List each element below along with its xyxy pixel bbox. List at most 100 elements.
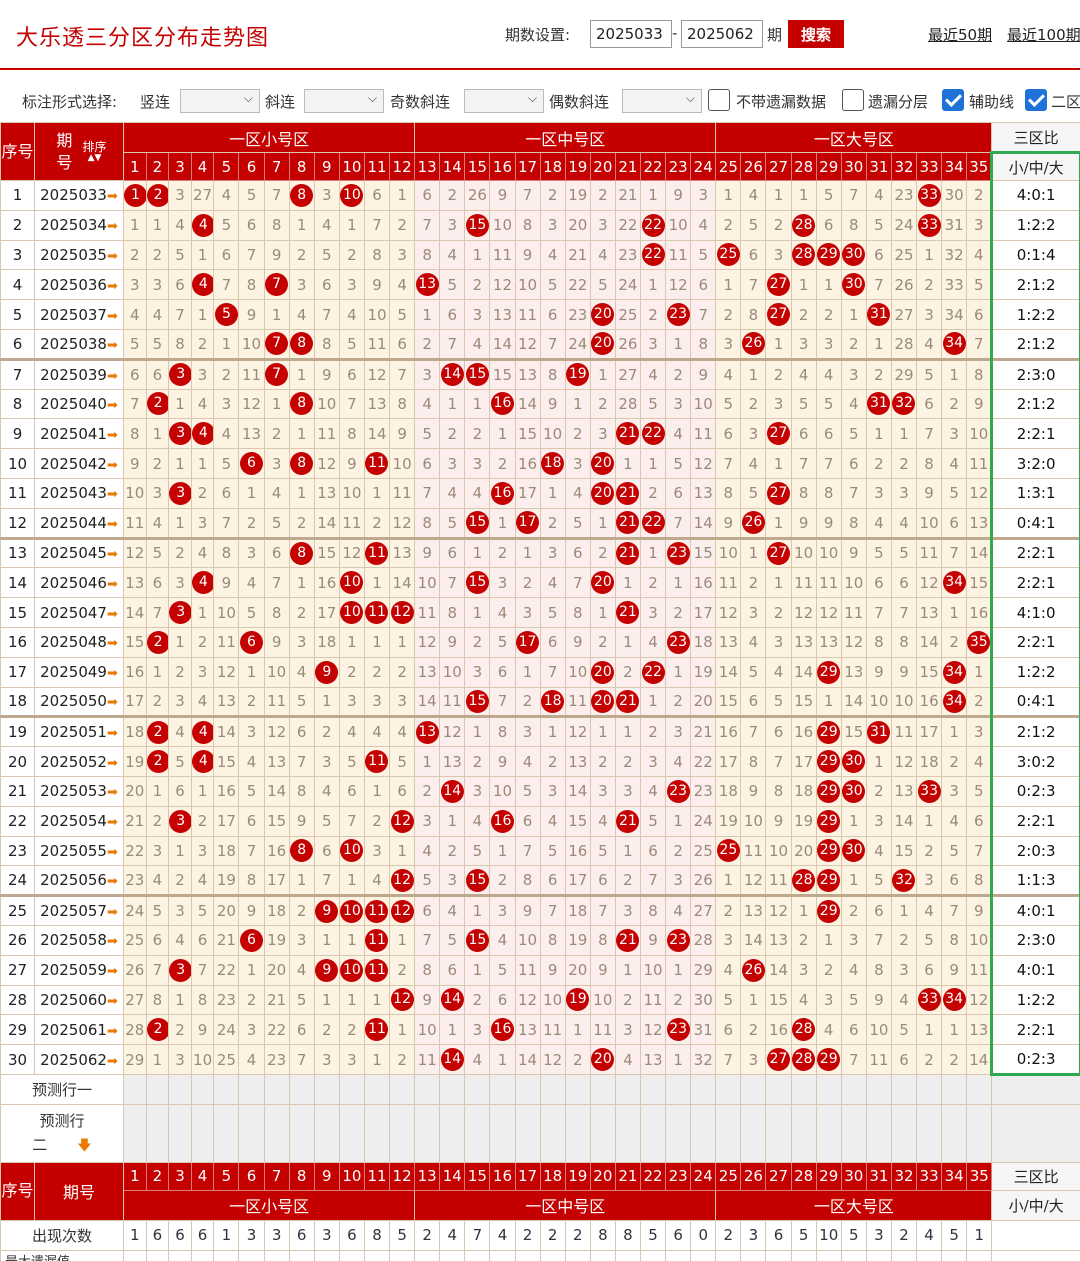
predict-cell[interactable]	[865, 1073, 892, 1105]
predict-cell[interactable]	[439, 1073, 466, 1105]
row-period[interactable]: 2025059➡	[34, 954, 124, 986]
period-from-input[interactable]	[590, 20, 672, 48]
predict-cell[interactable]	[690, 1073, 717, 1105]
predict-cell[interactable]	[589, 1103, 616, 1163]
predict-cell[interactable]	[865, 1103, 892, 1163]
row-period[interactable]: 2025055➡	[34, 835, 124, 867]
row-period[interactable]: 2025040➡	[34, 388, 124, 420]
row-period[interactable]: 2025038➡	[34, 328, 124, 360]
predict-cell[interactable]	[514, 1073, 541, 1105]
row-period[interactable]: 2025060➡	[34, 984, 124, 1016]
predict-cell[interactable]	[464, 1073, 491, 1105]
zone2-checkbox[interactable]	[1025, 89, 1047, 111]
predict-cell[interactable]	[639, 1103, 667, 1163]
predict-cell[interactable]	[966, 1103, 993, 1163]
predict-cell[interactable]	[145, 1073, 170, 1105]
row-period[interactable]: 2025034➡	[34, 209, 124, 241]
row-period[interactable]: 2025057➡	[34, 894, 124, 926]
predict-cell[interactable]	[363, 1073, 391, 1105]
predict-cell[interactable]	[790, 1103, 817, 1163]
row-period[interactable]: 2025047➡	[34, 597, 124, 628]
missing-layer-checkbox[interactable]	[842, 89, 864, 111]
row-period[interactable]: 2025041➡	[34, 418, 124, 450]
predict-cell[interactable]	[168, 1073, 192, 1105]
recent-50-link[interactable]: 最近50期	[928, 24, 992, 45]
row-period[interactable]: 2025048➡	[34, 626, 124, 658]
predict-cell[interactable]	[238, 1103, 265, 1163]
predict-cell[interactable]	[123, 1103, 147, 1163]
row-period[interactable]: 2025058➡	[34, 924, 124, 956]
predict-cell[interactable]	[916, 1103, 943, 1163]
predict-cell[interactable]	[564, 1073, 591, 1105]
predict-cell[interactable]	[168, 1103, 192, 1163]
predict-cell[interactable]	[916, 1073, 943, 1105]
row-period[interactable]: 2025050➡	[34, 686, 124, 718]
predict-cell[interactable]	[665, 1103, 692, 1163]
row-period[interactable]: 2025052➡	[34, 746, 124, 777]
predict-cell[interactable]	[715, 1073, 742, 1105]
predict-cell[interactable]	[313, 1073, 340, 1105]
row-period[interactable]: 2025045➡	[34, 536, 124, 569]
predict-cell[interactable]	[414, 1073, 441, 1105]
period-header[interactable]: 期号 排序 ▲▼	[34, 122, 124, 181]
predict-cell[interactable]	[639, 1073, 667, 1105]
predict-cell[interactable]	[765, 1073, 792, 1105]
predict-cell[interactable]	[414, 1103, 441, 1163]
predict-cell[interactable]	[539, 1103, 566, 1163]
predict-cell[interactable]	[190, 1103, 215, 1163]
predict-cell[interactable]	[123, 1073, 147, 1105]
predict-cell[interactable]	[564, 1103, 591, 1163]
predict-cell[interactable]	[190, 1073, 215, 1105]
predict-cell[interactable]	[890, 1073, 918, 1105]
no-missing-checkbox[interactable]	[708, 89, 730, 111]
predict-cell[interactable]	[514, 1103, 541, 1163]
predict-cell[interactable]	[715, 1103, 742, 1163]
odd-diagonal-select[interactable]: ⌵	[464, 89, 544, 113]
guide-line-checkbox[interactable]	[942, 89, 964, 111]
predict-cell[interactable]	[213, 1103, 240, 1163]
row-period[interactable]: 2025051➡	[34, 715, 124, 748]
predict-cell[interactable]	[313, 1103, 340, 1163]
predict-cell[interactable]	[213, 1073, 240, 1105]
vertical-select[interactable]: ⌵	[180, 89, 260, 113]
search-button[interactable]: 搜索	[788, 20, 844, 48]
diagonal-select[interactable]: ⌵	[304, 89, 384, 113]
predict-cell[interactable]	[288, 1103, 315, 1163]
predict-cell[interactable]	[288, 1073, 315, 1105]
predict-cell[interactable]	[614, 1103, 641, 1163]
predict-cell[interactable]	[489, 1073, 516, 1105]
row-period[interactable]: 2025036➡	[34, 269, 124, 301]
predict-cell[interactable]	[338, 1073, 365, 1105]
predict-cell[interactable]	[539, 1073, 566, 1105]
predict-cell[interactable]	[145, 1103, 170, 1163]
row-period[interactable]: 2025049➡	[34, 656, 124, 688]
row-period[interactable]: 2025053➡	[34, 775, 124, 807]
row-period[interactable]: 2025035➡	[34, 239, 124, 271]
predict-cell[interactable]	[363, 1103, 391, 1163]
predict-cell[interactable]	[840, 1073, 867, 1105]
predict-cell[interactable]	[840, 1103, 867, 1163]
recent-100-link[interactable]: 最近100期	[1007, 24, 1080, 45]
predict-cell[interactable]	[890, 1103, 918, 1163]
predict-cell[interactable]	[790, 1073, 817, 1105]
predict-cell[interactable]	[690, 1103, 717, 1163]
predict-cell[interactable]	[765, 1103, 792, 1163]
predict-cell[interactable]	[815, 1103, 842, 1163]
predict-cell[interactable]	[740, 1103, 767, 1163]
row-period[interactable]: 2025039➡	[34, 357, 124, 390]
even-diagonal-select[interactable]: ⌵	[622, 89, 702, 113]
predict-cell[interactable]	[941, 1073, 968, 1105]
predict-cell[interactable]	[589, 1073, 616, 1105]
predict-cell[interactable]	[338, 1103, 365, 1163]
period-to-input[interactable]	[681, 20, 763, 48]
row-period[interactable]: 2025042➡	[34, 448, 124, 479]
predict-cell[interactable]	[941, 1103, 968, 1163]
row-period[interactable]: 2025062➡	[34, 1044, 124, 1075]
predict-cell[interactable]	[966, 1073, 993, 1105]
predict-cell[interactable]	[815, 1073, 842, 1105]
row-period[interactable]: 2025033➡	[34, 180, 124, 211]
row-period[interactable]: 2025054➡	[34, 805, 124, 837]
predict-cell[interactable]	[389, 1103, 416, 1163]
row-period[interactable]: 2025043➡	[34, 477, 124, 509]
predict-cell[interactable]	[238, 1073, 265, 1105]
